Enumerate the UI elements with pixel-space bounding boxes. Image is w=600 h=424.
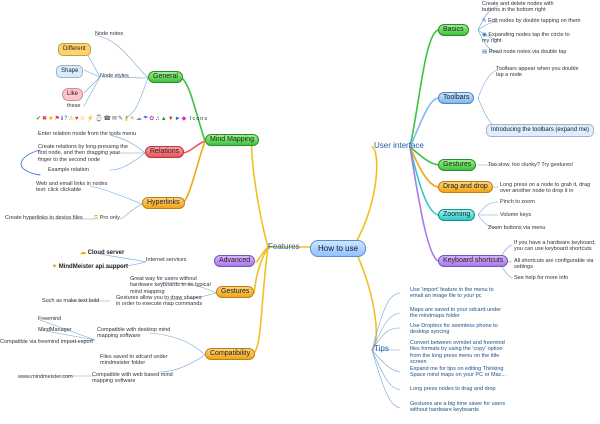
- style-example-like: Like: [62, 88, 84, 101]
- too-slow-text: Too slow, too clunky? Try gestures!: [488, 162, 574, 168]
- node-styles-label: Node styles: [100, 73, 129, 79]
- pro-only-text: ⚿ Pro only: [94, 215, 120, 221]
- style-example-shape: Shape: [56, 65, 84, 78]
- hardware-keyboard-text: If you have a hardware keyboard, you can…: [514, 240, 596, 253]
- star-icon: ✦: [52, 264, 58, 270]
- mindmanager-text: MindManager: [38, 327, 72, 333]
- web-email-links-text: Web and email links in nodes text: click…: [36, 181, 108, 194]
- arrow-down-icon: ▼: [167, 116, 175, 122]
- toolbars-node[interactable]: Toolbars: [438, 92, 475, 105]
- cloud-server-text: ☁ Cloud server: [80, 250, 125, 256]
- tips-node[interactable]: Tips: [374, 344, 389, 353]
- note-icon: ▤: [482, 49, 488, 55]
- freemind-export-text: Compatible via freemind import export: [0, 339, 93, 345]
- circle-icon: ◉: [482, 32, 487, 38]
- hyperlinks-node[interactable]: Hyperlinks: [142, 197, 185, 210]
- volume-keys-text: Volume keys: [500, 212, 532, 218]
- mindmeister-api-text: ✦ MindMeister api support: [52, 264, 129, 270]
- relations-node[interactable]: Relations: [145, 146, 185, 159]
- gestures-ui-node[interactable]: Gestures: [438, 159, 477, 172]
- gestures-allow-text: Gestures allow you to draw shapes in ord…: [116, 295, 203, 308]
- keyboard-shortcuts-node[interactable]: Keyboard shortcuts: [438, 255, 509, 268]
- tip-import: Use 'import' feature in the menu to emai…: [410, 287, 494, 300]
- tip-convert: Convert between ovmdet and freemind file…: [410, 340, 505, 365]
- user-interface-node[interactable]: User interface: [374, 141, 424, 150]
- advanced-node[interactable]: Advanced: [214, 255, 256, 268]
- drag-drop-node[interactable]: Drag and drop: [438, 181, 493, 194]
- files-saved-text: Files saved to sdcard under mindmeister …: [100, 354, 168, 367]
- see-help-text: See help for more info: [514, 275, 569, 281]
- basics-node[interactable]: Basics: [438, 24, 469, 37]
- icons-label: Icons: [189, 116, 209, 122]
- compatibility-node[interactable]: Compatibility: [205, 348, 256, 361]
- enter-relation-text: Enter relation mode from the tools menu: [38, 131, 137, 137]
- style-example-these: these: [67, 103, 81, 109]
- pinch-text: Pinch to zoom: [500, 199, 535, 205]
- diamond-icon: ◆: [181, 116, 188, 122]
- edit-nodes-text: ✎ Edit nodes by double tapping on them: [482, 18, 581, 24]
- such-as-text: Such as make text bold: [42, 298, 100, 304]
- phone-icon: ☎: [103, 116, 113, 122]
- general-node[interactable]: General: [148, 71, 183, 84]
- arrow-right-icon: ►: [174, 116, 182, 122]
- node-notes-label: Node notes: [95, 31, 124, 37]
- pencil-icon: ✎: [482, 18, 487, 24]
- root-node[interactable]: How to use: [310, 240, 367, 258]
- arrow-up-icon: ▲: [160, 116, 168, 122]
- example-relation-text: Example relation: [48, 167, 89, 173]
- smile-icon: ☺: [79, 116, 87, 122]
- style-example-different: Different: [58, 43, 91, 56]
- cloud-icon: ☁: [80, 250, 86, 256]
- tip-long-press: Long press nodes to drag and drop: [410, 386, 496, 392]
- introducing-toolbars-node[interactable]: Introducing the toolbars (expand me): [486, 124, 595, 137]
- tip-gestures: Gestures are a big time saver for users …: [410, 401, 506, 414]
- tip-maps-saved: Maps are saved to your sdcard under the …: [410, 307, 502, 320]
- freemind-text: Freemind: [38, 316, 62, 322]
- gestures-feature-node[interactable]: Gestures: [216, 286, 255, 299]
- connector-tips: [354, 249, 378, 351]
- connector-ui: [354, 146, 378, 245]
- connector-hyperlinks: [181, 140, 206, 205]
- create-hyperlinks-text: Create hyperlinks to device files: [5, 215, 83, 221]
- zooming-node[interactable]: Zooming: [438, 209, 476, 222]
- lightning-icon: ⚡: [86, 116, 96, 122]
- internet-services-text: Internet services: [146, 257, 187, 263]
- connector-basics: [409, 29, 439, 148]
- connector-general: [181, 77, 206, 142]
- tip-expand-editing: Expand me for tips on editing Thinking S…: [410, 366, 506, 379]
- zoom-buttons-text: Zoom buttons via menu: [488, 225, 546, 231]
- compatible-desktop-text: Compatible with desktop mind mapping sof…: [97, 327, 171, 340]
- compatible-web-text: Compatible with web based mind mapping s…: [92, 372, 173, 385]
- create-delete-text: Create and delete nodes with buttons in …: [482, 1, 554, 14]
- tip-dropbox: Use Dropbox for seemless phone to deskto…: [410, 323, 498, 336]
- mindmeister-url-text: www.mindmeister.com: [18, 374, 73, 380]
- read-notes-text: ▤ Read node notes via double tap: [482, 49, 567, 55]
- expanding-text: ◉ Expanding nodes tap the circle to my r…: [482, 32, 570, 45]
- connector-mindmapping: [250, 140, 269, 248]
- cloud-icon: ☁: [135, 116, 143, 122]
- create-relation-text: Create relations by long-pressing the fi…: [38, 144, 128, 163]
- all-shortcuts-text: All shortcuts are configurable via setti…: [514, 258, 594, 271]
- icons-row: ✔✖★⚑ℹ?⚠♥☺⚡⌚☎✉✎⚷☀☁☂✿♫▲▼►◆ Icons: [36, 115, 208, 122]
- great-way-text: Great way for users without hardware key…: [130, 276, 211, 295]
- toolbars-appear-text: Toolbars appear when you double tap a no…: [496, 66, 579, 79]
- lock-icon: ⚿: [94, 215, 99, 221]
- clock-icon: ⌚: [95, 116, 104, 122]
- mind-mapping-node[interactable]: Mind Mapping: [205, 134, 259, 147]
- long-press-text: Long press on a node to grab it, drag ov…: [500, 182, 591, 195]
- features-node[interactable]: Features: [268, 242, 300, 251]
